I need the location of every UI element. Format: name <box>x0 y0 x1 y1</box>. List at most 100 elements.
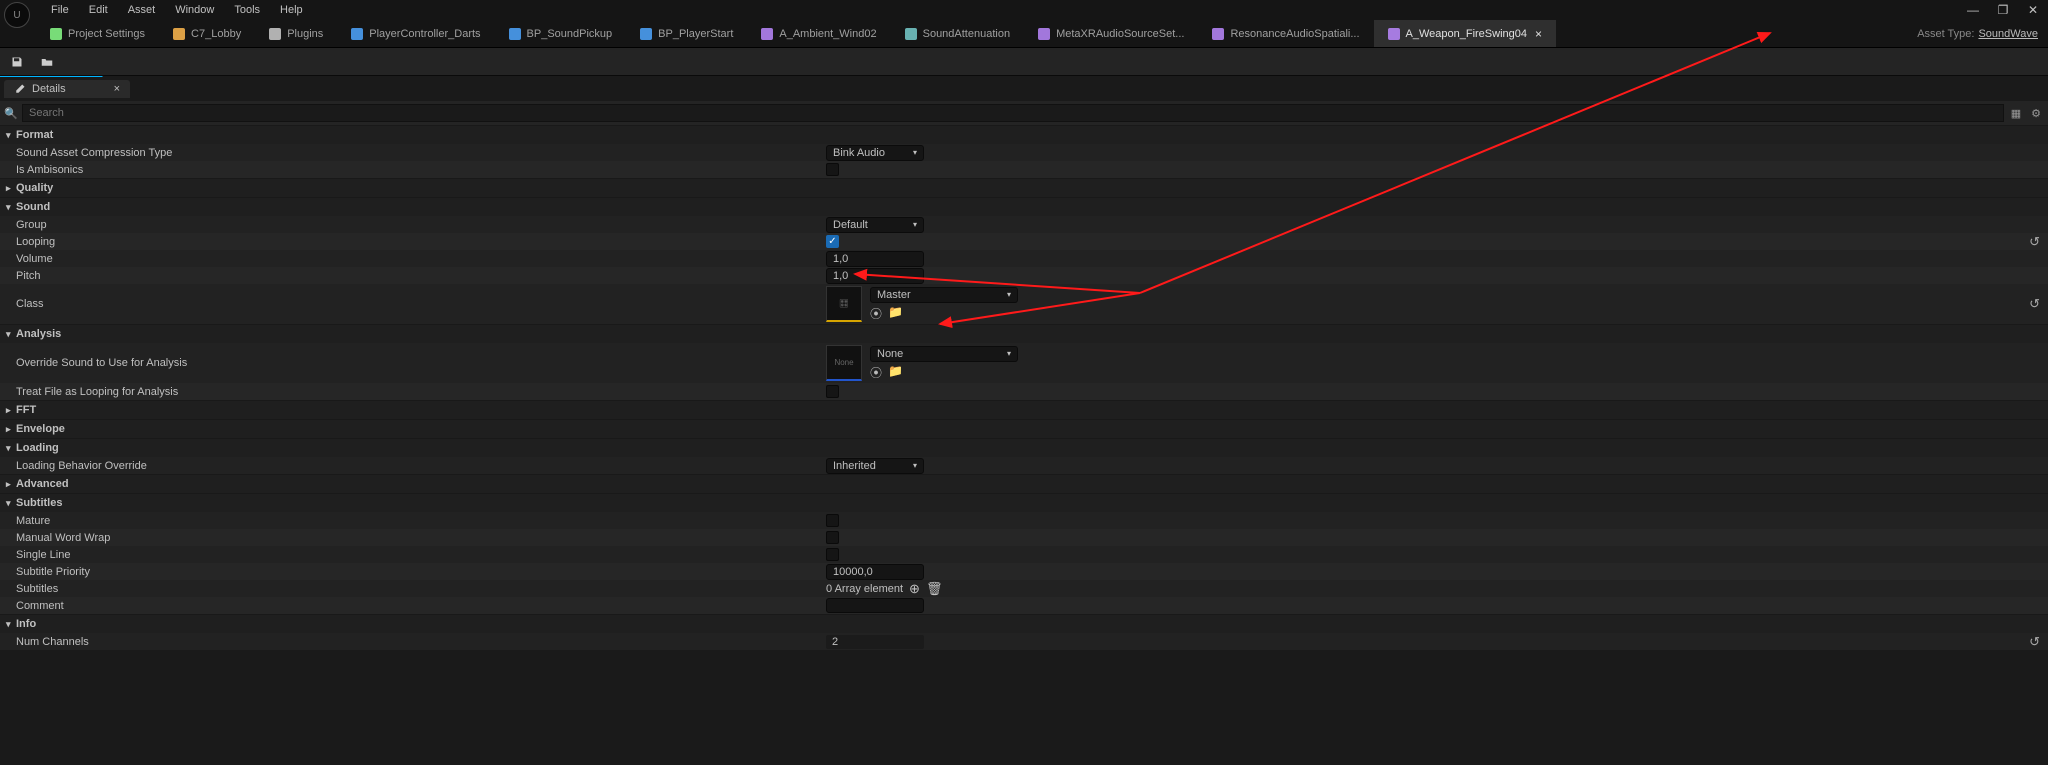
asset-thumb-none[interactable]: None <box>826 345 862 381</box>
window-maximize[interactable]: ❐ <box>1988 3 2018 17</box>
use-selected-icon[interactable]: ⦿ <box>870 364 882 381</box>
spin-volume[interactable]: 1,0 <box>826 251 924 267</box>
checkbox-treat-loop[interactable] <box>826 385 839 398</box>
dropdown-compression[interactable]: Bink Audio ▾ <box>826 145 924 161</box>
dropdown-class[interactable]: Master▾ <box>870 287 1018 303</box>
array-clear-icon[interactable]: 🗑 <box>926 581 943 597</box>
tab-7[interactable]: SoundAttenuation <box>891 20 1024 47</box>
section-header-format[interactable]: ▾Format <box>0 126 2048 144</box>
close-panel-tab[interactable]: × <box>114 83 120 95</box>
section-loading: ▾Loading Loading Behavior Override Inher… <box>0 438 2048 474</box>
chevron-down-icon: ▾ <box>1007 349 1011 358</box>
checkbox-single[interactable] <box>826 548 839 561</box>
checkbox-wrap[interactable] <box>826 531 839 544</box>
reset-class[interactable]: ↺ <box>2029 296 2040 312</box>
tab-9[interactable]: ResonanceAudioSpatiali... <box>1198 20 1373 47</box>
section-title: Info <box>16 618 36 630</box>
label-single: Single Line <box>16 547 826 563</box>
menu-tools[interactable]: Tools <box>224 4 270 16</box>
label-compression: Sound Asset Compression Type <box>16 145 826 161</box>
section-header-loading[interactable]: ▾Loading <box>0 439 2048 457</box>
browse-button[interactable] <box>36 51 58 73</box>
sound-icon <box>905 28 917 40</box>
tab-label: A_Ambient_Wind02 <box>779 28 876 40</box>
details-panel-tab[interactable]: Details × <box>4 80 130 98</box>
menu-help[interactable]: Help <box>270 4 313 16</box>
dropdown-loading-behavior[interactable]: Inherited▾ <box>826 458 924 474</box>
row-compression: Sound Asset Compression Type Bink Audio ▾ <box>0 144 2048 161</box>
input-comment[interactable] <box>826 598 924 613</box>
dropdown-override[interactable]: None▾ <box>870 346 1018 362</box>
tab-1[interactable]: C7_Lobby <box>159 20 255 47</box>
label-priority: Subtitle Priority <box>16 564 826 580</box>
tab-label: A_Weapon_FireSwing04 <box>1406 28 1527 40</box>
tab-2[interactable]: Plugins <box>255 20 337 47</box>
asset-type-value[interactable]: SoundWave <box>1978 28 2038 40</box>
browse-asset-icon[interactable]: 📁 <box>888 364 903 381</box>
section-header-advanced[interactable]: ▸Advanced <box>0 475 2048 493</box>
section-fft: ▸FFT <box>0 400 2048 419</box>
tab-5[interactable]: BP_PlayerStart <box>626 20 747 47</box>
label-looping: Looping <box>16 234 826 250</box>
menu-window[interactable]: Window <box>165 4 224 16</box>
section-header-info[interactable]: ▾Info <box>0 615 2048 633</box>
browse-asset-icon[interactable]: 📁 <box>888 305 903 322</box>
chevron-down-icon: ▾ <box>913 148 917 157</box>
asset-thumb[interactable]: 🎛 <box>826 286 862 322</box>
spin-pitch[interactable]: 1,0 <box>826 268 924 284</box>
menu-edit[interactable]: Edit <box>79 4 118 16</box>
gear-icon <box>50 28 62 40</box>
tab-8[interactable]: MetaXRAudioSourceSet... <box>1024 20 1198 47</box>
details-tab-label: Details <box>32 83 66 95</box>
use-selected-icon[interactable]: ⦿ <box>870 305 882 322</box>
window-minimize[interactable]: — <box>1958 3 1988 17</box>
tab-0[interactable]: Project Settings <box>36 20 159 47</box>
save-button[interactable] <box>6 51 28 73</box>
menu-asset[interactable]: Asset <box>118 4 166 16</box>
document-tab-bar: Project SettingsC7_Lobby Plugins PlayerCon… <box>0 20 2048 48</box>
section-header-subtitles[interactable]: ▾Subtitles <box>0 494 2048 512</box>
chevron-right-icon: ▸ <box>6 479 16 490</box>
asset-type-label: Asset Type:SoundWave <box>1907 20 2048 47</box>
tab-6[interactable]: A_Ambient_Wind02 <box>747 20 890 47</box>
row-comment: Comment <box>0 597 2048 614</box>
reset-looping[interactable]: ↺ <box>2029 234 2040 250</box>
section-header-quality[interactable]: ▸Quality <box>0 179 2048 197</box>
array-add-icon[interactable]: ⊕ <box>909 581 920 597</box>
window-close[interactable]: ✕ <box>2018 3 2048 17</box>
row-channels: Num Channels 2 ↺ <box>0 633 2048 650</box>
menu-items: FileEditAssetWindowToolsHelp <box>41 4 313 16</box>
reset-channels[interactable]: ↺ <box>2029 634 2040 650</box>
checkbox-ambisonics[interactable] <box>826 163 839 176</box>
section-header-fft[interactable]: ▸FFT <box>0 401 2048 419</box>
spin-priority[interactable]: 10000,0 <box>826 564 924 580</box>
section-header-sound[interactable]: ▾Sound <box>0 198 2048 216</box>
row-class: Class 🎛 Master▾ ⦿ 📁 ↺ <box>0 284 2048 324</box>
menu-file[interactable]: File <box>41 4 79 16</box>
row-volume: Volume 1,0 <box>0 250 2048 267</box>
section-title: FFT <box>16 404 36 416</box>
tab-3[interactable]: PlayerController_Darts <box>337 20 494 47</box>
view-options-icon[interactable]: ▦ <box>2008 105 2024 121</box>
tab-4[interactable]: BP_SoundPickup <box>495 20 627 47</box>
section-envelope: ▸Envelope <box>0 419 2048 438</box>
bp-icon <box>509 28 521 40</box>
dropdown-group[interactable]: Default▾ <box>826 217 924 233</box>
row-group: Group Default▾ <box>0 216 2048 233</box>
close-tab[interactable]: × <box>1535 27 1542 41</box>
details-search-input[interactable] <box>22 104 2004 122</box>
save-icon <box>11 56 23 68</box>
section-header-analysis[interactable]: ▾Analysis <box>0 325 2048 343</box>
section-header-envelope[interactable]: ▸Envelope <box>0 420 2048 438</box>
dropdown-value: Bink Audio <box>833 147 885 159</box>
checkbox-mature[interactable] <box>826 514 839 527</box>
app-logo: U <box>4 2 30 28</box>
row-ambisonics: Is Ambisonics <box>0 161 2048 178</box>
dropdown-value: Inherited <box>833 460 876 472</box>
tab-label: Plugins <box>287 28 323 40</box>
settings-icon[interactable]: ⚙ <box>2028 105 2044 121</box>
tab-10[interactable]: A_Weapon_FireSwing04 × <box>1374 20 1557 47</box>
section-quality: ▸Quality <box>0 178 2048 197</box>
checkbox-looping[interactable]: ✓ <box>826 235 839 248</box>
section-subtitles: ▾Subtitles Mature Manual Word Wrap Singl… <box>0 493 2048 614</box>
